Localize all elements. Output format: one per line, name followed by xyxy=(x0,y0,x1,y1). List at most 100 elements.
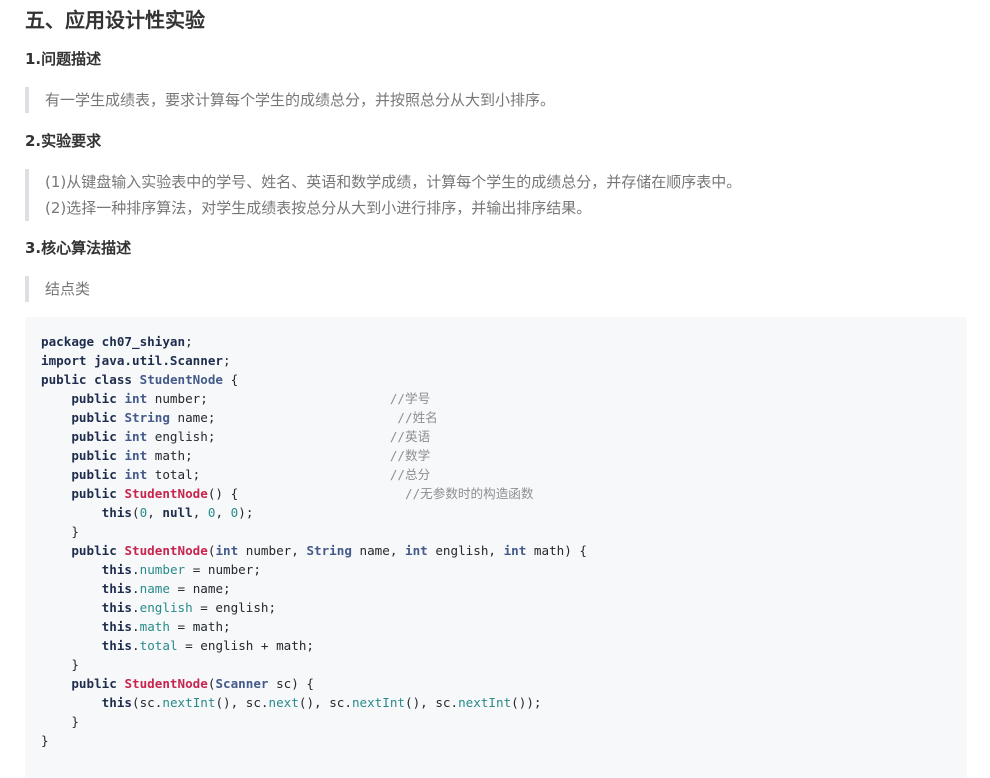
code-token-type: int xyxy=(124,467,148,482)
code-token-code-text xyxy=(41,562,102,577)
code-token-code-text: } xyxy=(41,733,49,748)
algorithm-note: 结点类 xyxy=(45,280,91,298)
code-token-function-name: StudentNode xyxy=(124,486,208,501)
code-token-code-text: (sc. xyxy=(132,695,163,710)
code-token-code-text xyxy=(41,429,71,444)
code-token-type: int xyxy=(215,543,239,558)
code-token-property: number xyxy=(139,562,186,577)
code-token-code-text xyxy=(41,410,71,425)
code-token-code-text: () { xyxy=(207,486,405,501)
code-line: this(0, null, 0, 0); xyxy=(41,503,587,522)
code-token-code-text: (), sc. xyxy=(298,695,352,710)
code-token-code-text: . xyxy=(132,581,140,596)
code-token-keyword: this xyxy=(101,638,133,653)
code-token-keyword: class xyxy=(94,372,133,387)
code-content[interactable]: package ch07_shiyan; import java.util.Sca… xyxy=(41,332,587,750)
code-token-code-text xyxy=(41,448,71,463)
code-token-property: english xyxy=(139,600,193,615)
code-token-code-text: ); xyxy=(238,505,254,520)
code-token-keyword: public xyxy=(71,543,117,558)
code-line: this.name = name; xyxy=(41,579,587,598)
code-token-code-text xyxy=(41,391,71,406)
code-line: package ch07_shiyan; xyxy=(41,332,587,351)
article: 五、应用设计性实验 1.问题描述 有一学生成绩表，要求计算每个学生的成绩总分，并… xyxy=(0,0,990,778)
code-token-keyword: this xyxy=(101,505,133,520)
code-token-code-text: (), sc. xyxy=(215,695,269,710)
code-token-code-text xyxy=(41,543,71,558)
code-token-code-text xyxy=(94,334,102,349)
code-token-property: name xyxy=(139,581,170,596)
code-token-type: int xyxy=(124,391,148,406)
code-line: this.number = number; xyxy=(41,560,587,579)
code-line: public int total; //总分 xyxy=(41,465,587,484)
code-token-type: int xyxy=(124,429,148,444)
code-token-type: int xyxy=(503,543,527,558)
code-token-code-text: (), sc. xyxy=(405,695,459,710)
code-token-keyword: this xyxy=(101,619,133,634)
code-token-code-text xyxy=(41,619,102,634)
code-token-code-text: number; xyxy=(147,391,390,406)
code-token-code-text: = math; xyxy=(169,619,231,634)
code-token-keyword: this xyxy=(101,600,133,615)
code-token-code-text xyxy=(132,372,140,387)
code-line: public int math; //数学 xyxy=(41,446,587,465)
code-line: public StudentNode() { //无参数时的构造函数 xyxy=(41,484,587,503)
code-token-code-text: name, xyxy=(351,543,406,558)
code-token-code-text: english, xyxy=(427,543,504,558)
algorithm-quote: 结点类 xyxy=(25,276,965,302)
code-token-type: Scanner xyxy=(215,676,269,691)
code-token-code-text xyxy=(87,353,95,368)
code-token-code-text: = english; xyxy=(192,600,277,615)
code-line: } xyxy=(41,522,587,541)
code-token-code-text: , xyxy=(192,505,208,520)
code-token-property: total xyxy=(139,638,178,653)
problem-quote: 有一学生成绩表，要求计算每个学生的成绩总分，并按照总分从大到小排序。 xyxy=(25,87,965,113)
code-token-code-text: math) { xyxy=(526,543,588,558)
code-token-code-text: ()); xyxy=(511,695,542,710)
code-block[interactable]: package ch07_shiyan; import java.util.Sca… xyxy=(25,317,967,778)
code-token-code-text xyxy=(41,581,102,596)
code-token-identifier: java.util.Scanner xyxy=(94,353,223,368)
code-token-keyword: this xyxy=(101,695,133,710)
code-line: this.english = english; xyxy=(41,598,587,617)
code-line: public int english; //英语 xyxy=(41,427,587,446)
code-line: } xyxy=(41,655,587,674)
code-line: import java.util.Scanner; xyxy=(41,351,587,370)
code-token-identifier: ch07_shiyan xyxy=(101,334,186,349)
algorithm-heading: 3.核心算法描述 xyxy=(25,239,132,257)
code-token-code-text: math; xyxy=(147,448,390,463)
code-token-property: math xyxy=(139,619,170,634)
section-title: 五、应用设计性实验 xyxy=(25,8,205,32)
code-token-code-text xyxy=(41,467,71,482)
code-token-code-text xyxy=(41,486,71,501)
code-line: this(sc.nextInt(), sc.next(), sc.nextInt… xyxy=(41,693,587,712)
code-token-code-text xyxy=(41,695,102,710)
code-token-code-text xyxy=(41,505,102,520)
requirement-item: (2)选择一种排序算法，对学生成绩表按总分从大到小进行排序，并输出排序结果。 xyxy=(45,199,592,217)
code-token-function-name: StudentNode xyxy=(124,543,208,558)
code-token-code-text: . xyxy=(132,619,140,634)
code-token-keyword: null xyxy=(162,505,193,520)
code-token-code-text: } xyxy=(41,714,79,729)
code-token-code-text xyxy=(41,638,102,653)
code-token-code-text xyxy=(41,600,102,615)
code-token-comment: //英语 xyxy=(389,429,431,444)
code-token-code-text: ( xyxy=(132,505,140,520)
code-token-keyword: package xyxy=(41,334,95,349)
code-token-keyword: public xyxy=(71,410,117,425)
code-token-code-text: sc) { xyxy=(268,676,315,691)
code-line: this.math = math; xyxy=(41,617,587,636)
code-token-keyword: this xyxy=(101,581,133,596)
code-token-code-text: ; xyxy=(223,353,231,368)
code-token-code-text: name; xyxy=(169,410,398,425)
code-token-keyword: public xyxy=(41,372,87,387)
code-token-code-text: = number; xyxy=(185,562,261,577)
code-line: public int number; //学号 xyxy=(41,389,587,408)
code-token-code-text xyxy=(41,676,71,691)
code-token-type: int xyxy=(124,448,148,463)
code-line: public class StudentNode { xyxy=(41,370,587,389)
code-line: public String name; //姓名 xyxy=(41,408,587,427)
code-token-keyword: this xyxy=(101,562,133,577)
code-token-comment: //数学 xyxy=(389,448,431,463)
code-token-code-text: ; xyxy=(185,334,193,349)
